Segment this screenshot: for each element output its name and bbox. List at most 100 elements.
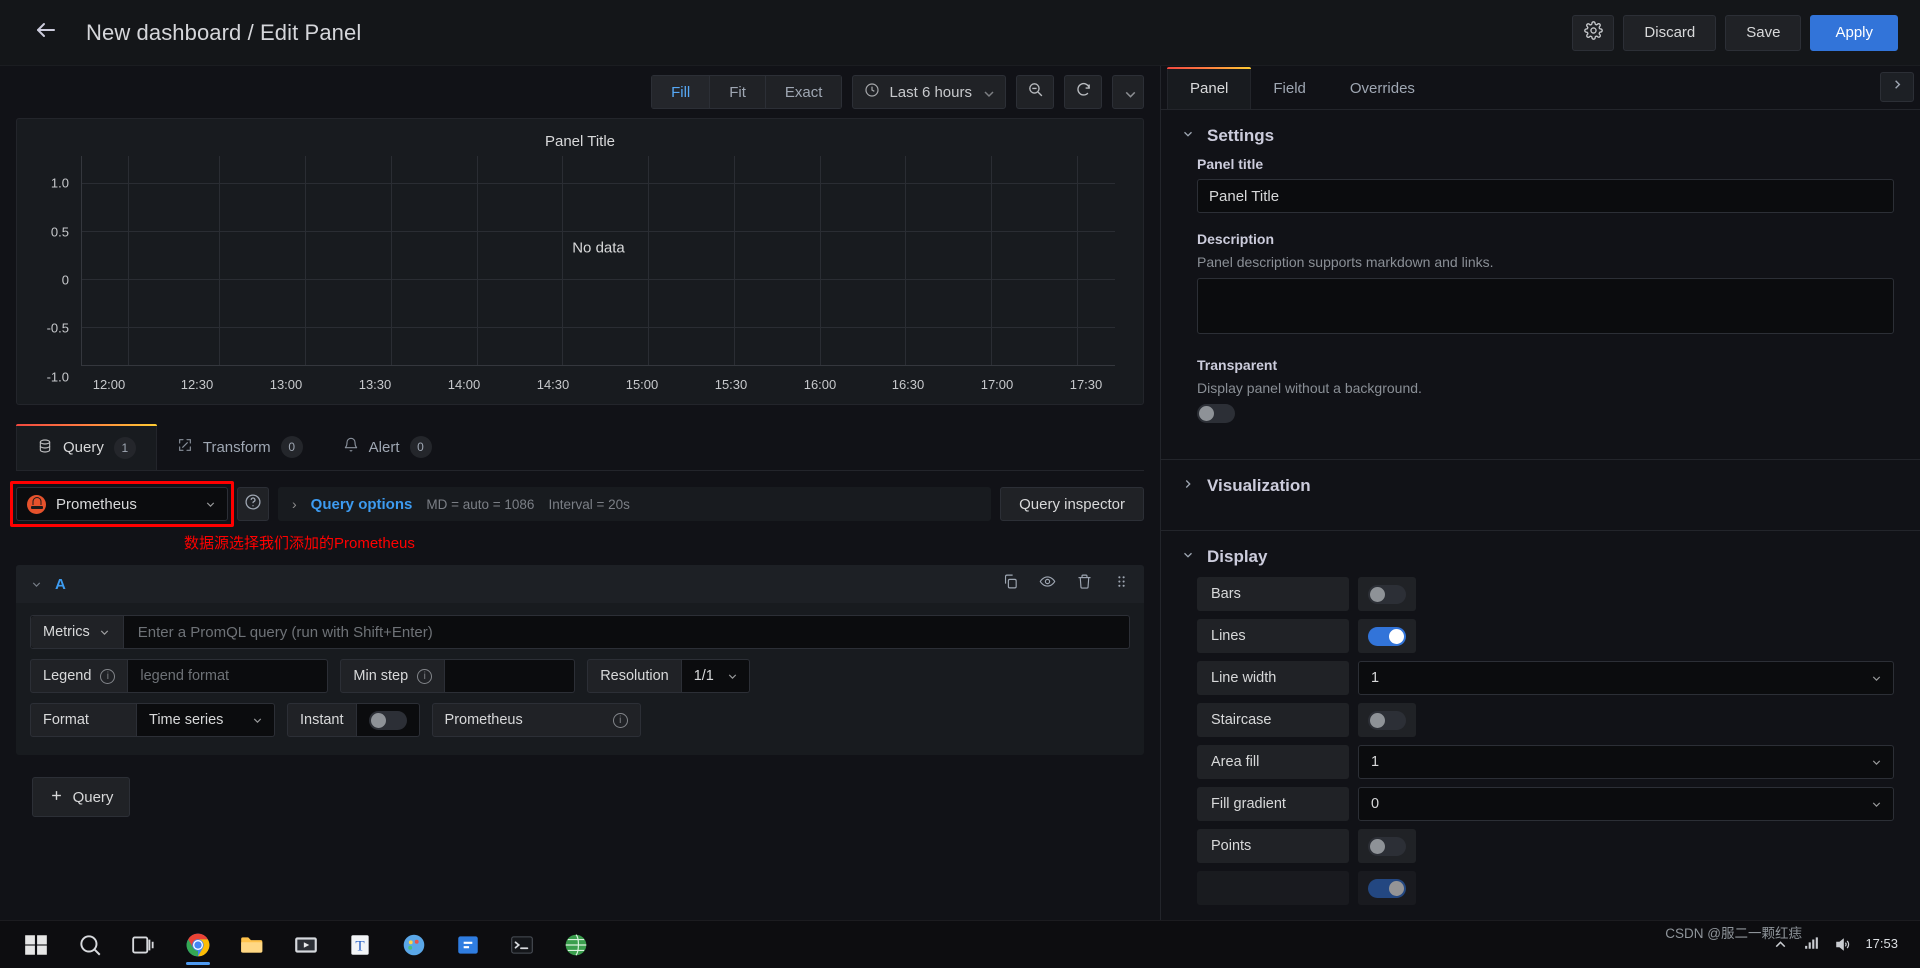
mode-fit-button[interactable]: Fit — [709, 75, 765, 109]
add-query-label: Query — [72, 788, 114, 806]
panel-settings-button[interactable] — [1572, 14, 1615, 51]
transparent-label: Transparent — [1197, 357, 1278, 373]
windows-taskbar: T 17:53 — [0, 920, 1920, 968]
chevron-down-icon[interactable] — [30, 578, 43, 591]
time-range-picker[interactable]: Last 6 hours — [852, 75, 1006, 109]
save-button[interactable]: Save — [1725, 14, 1802, 51]
query-inspector-button[interactable]: Query inspector — [1000, 487, 1144, 521]
lines-toggle[interactable] — [1368, 626, 1406, 646]
x-tick: 14:30 — [536, 377, 570, 392]
task-view-icon[interactable] — [118, 923, 170, 967]
chrome-icon[interactable] — [172, 923, 224, 967]
staircase-toggle[interactable] — [1368, 710, 1406, 730]
paint-icon[interactable] — [388, 923, 440, 967]
discard-button[interactable]: Discard — [1623, 14, 1717, 51]
tab-alert[interactable]: Alert 0 — [323, 424, 452, 470]
graph-area[interactable]: 1.0 0.5 0 -0.5 -1.0 No data 12:00 12:30 … — [31, 156, 1129, 396]
points-control — [1358, 829, 1894, 863]
grid-line-h — [82, 183, 1115, 185]
section-display-title: Display — [1207, 547, 1268, 566]
metrics-browser-button[interactable]: Metrics — [31, 616, 124, 648]
section-display-header[interactable]: Display — [1161, 531, 1920, 577]
network-icon[interactable] — [1803, 936, 1820, 953]
grafana-edit-panel-window: New dashboard / Edit Panel Discard Save … — [0, 0, 1920, 968]
page-title: New dashboard / Edit Panel — [86, 19, 362, 45]
section-settings-header[interactable]: Settings — [1161, 110, 1920, 156]
apply-button[interactable]: Apply — [1810, 14, 1898, 51]
query-options-bar[interactable]: › Query options MD = auto = 1086 Interva… — [278, 487, 992, 521]
copy-icon[interactable] — [1002, 573, 1019, 595]
instant-toggle[interactable] — [368, 710, 407, 730]
legend-label-text: Legend — [43, 668, 92, 684]
terminal-icon[interactable] — [496, 923, 548, 967]
description-textarea[interactable] — [1197, 278, 1894, 334]
min-step-label: Min step i — [340, 659, 446, 693]
globe-icon[interactable] — [550, 923, 602, 967]
mode-fill-button[interactable]: Fill — [651, 75, 710, 109]
section-settings-title: Settings — [1207, 126, 1275, 145]
partial-control — [1358, 871, 1894, 905]
tab-transform[interactable]: Transform 0 — [157, 424, 323, 470]
help-circle-icon — [244, 493, 262, 516]
add-query-button[interactable]: Query — [32, 777, 130, 817]
tab-panel[interactable]: Panel — [1167, 67, 1252, 109]
description-group: Description Panel description supports m… — [1197, 231, 1894, 339]
display-option-fill-gradient: Fill gradient 0 — [1197, 787, 1894, 821]
store-icon[interactable] — [442, 923, 494, 967]
zoom-out-button[interactable] — [1016, 75, 1054, 109]
display-option-bars: Bars — [1197, 577, 1894, 611]
file-explorer-icon[interactable] — [226, 923, 278, 967]
resolution-select[interactable]: 1/1 — [681, 659, 750, 693]
text-editor-icon[interactable]: T — [334, 923, 386, 967]
volume-icon[interactable] — [1834, 936, 1851, 953]
drag-handle-icon[interactable] — [1113, 573, 1130, 595]
info-icon[interactable]: i — [417, 668, 433, 684]
datasource-picker[interactable]: Prometheus — [16, 487, 228, 521]
options-scroll-area[interactable]: Settings Panel title Description Panel d… — [1161, 110, 1920, 968]
expand-options-button[interactable] — [1880, 72, 1914, 102]
format-select[interactable]: Time series — [137, 703, 275, 737]
tab-transform-count: 0 — [280, 436, 303, 458]
grid-line-v — [648, 156, 650, 365]
chevron-up-icon[interactable] — [1772, 936, 1789, 953]
area-fill-select[interactable]: 1 — [1358, 745, 1894, 779]
tab-overrides[interactable]: Overrides — [1328, 67, 1437, 109]
bars-toggle[interactable] — [1368, 584, 1406, 604]
grid-line-v — [562, 156, 564, 365]
tab-field[interactable]: Field — [1251, 67, 1328, 109]
refresh-button[interactable] — [1064, 75, 1102, 109]
back-button[interactable] — [28, 15, 64, 51]
datasource-help-button[interactable] — [237, 487, 269, 521]
legend-format-input[interactable]: legend format — [128, 659, 329, 693]
panel-title-input[interactable] — [1197, 179, 1894, 213]
mode-exact-button[interactable]: Exact — [764, 75, 843, 109]
min-step-label-text: Min step — [353, 668, 409, 684]
fill-gradient-select[interactable]: 0 — [1358, 787, 1894, 821]
line-width-select[interactable]: 1 — [1358, 661, 1894, 695]
points-toggle[interactable] — [1368, 836, 1406, 856]
promql-query-field[interactable]: Metrics Enter a PromQL query (run with S… — [30, 615, 1130, 649]
trash-icon[interactable] — [1076, 573, 1093, 595]
options-pane: Panel Field Overrides Settings Panel tit… — [1160, 66, 1920, 968]
info-icon[interactable]: i — [100, 668, 116, 684]
media-player-icon[interactable] — [280, 923, 332, 967]
search-icon[interactable] — [64, 923, 116, 967]
refresh-interval-button[interactable] — [1112, 75, 1144, 109]
lines-toggle-wrap — [1358, 619, 1416, 653]
section-visualization-title: Visualization — [1207, 476, 1311, 495]
display-option-staircase: Staircase — [1197, 703, 1894, 737]
lines-control — [1358, 619, 1894, 653]
info-icon[interactable]: i — [612, 712, 628, 728]
clock-display[interactable]: 17:53 — [1865, 936, 1898, 952]
editor-tabs: Query 1 Transform 0 Alert 0 — [16, 423, 1144, 471]
partial-toggle[interactable] — [1368, 878, 1406, 898]
min-step-input[interactable] — [445, 659, 576, 693]
windows-start-icon[interactable] — [10, 923, 62, 967]
eye-icon[interactable] — [1039, 573, 1056, 595]
options-tabs: Panel Field Overrides — [1161, 66, 1920, 110]
query-options-label[interactable]: Query options — [311, 496, 413, 513]
arrow-left-icon — [34, 18, 58, 47]
transparent-toggle[interactable] — [1197, 404, 1235, 423]
section-visualization-header[interactable]: Visualization — [1161, 460, 1920, 512]
tab-query[interactable]: Query 1 — [16, 424, 157, 470]
